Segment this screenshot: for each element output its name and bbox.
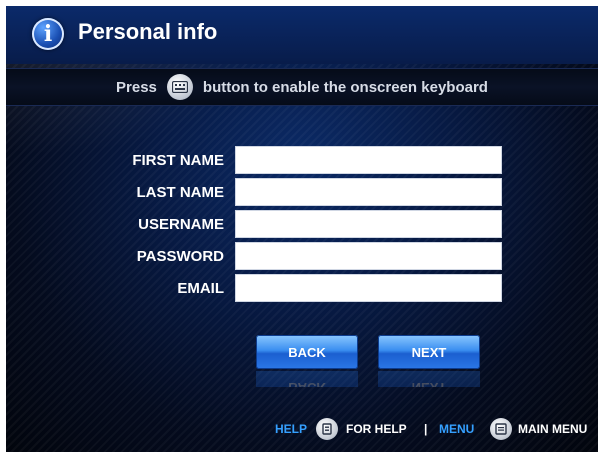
email-row: EMAIL [6, 274, 598, 304]
next-button[interactable]: NEXT [378, 335, 480, 369]
menu-text: MAIN MENU [518, 422, 588, 436]
username-field[interactable] [235, 210, 502, 238]
first-name-label: FIRST NAME [132, 152, 224, 169]
hint-suffix: button to enable the onscreen keyboard [202, 78, 488, 96]
first-name-field[interactable] [235, 146, 502, 174]
screen: i Personal info Press button to enable t… [6, 6, 598, 452]
help-remote-icon[interactable] [316, 418, 338, 440]
back-button-reflection: BACK [256, 371, 358, 387]
footer-bar: HELP FOR HELP | MENU MAIN MENU [6, 418, 598, 444]
last-name-row: LAST NAME [6, 178, 598, 208]
password-row: PASSWORD [6, 242, 598, 272]
username-row: USERNAME [6, 210, 598, 240]
back-reflection-label: BACK [256, 371, 358, 387]
username-label: USERNAME [138, 216, 224, 233]
help-key-label: HELP [275, 422, 308, 436]
last-name-field[interactable] [235, 178, 502, 206]
keyboard-icon [166, 74, 193, 100]
info-icon: i [32, 18, 64, 50]
hint-bar: Press button to enable the onscreen keyb… [6, 68, 598, 106]
hint-prefix: Press [116, 78, 157, 96]
footer-separator: | [424, 422, 428, 436]
next-reflection-label: NEXT [378, 371, 480, 387]
menu-remote-icon[interactable] [490, 418, 512, 440]
menu-key-label: MENU [439, 422, 475, 436]
email-label: EMAIL [177, 280, 224, 297]
email-field[interactable] [235, 274, 502, 302]
first-name-row: FIRST NAME [6, 146, 598, 176]
password-label: PASSWORD [136, 248, 224, 265]
header-bar: i Personal info [6, 6, 598, 64]
back-button[interactable]: BACK [256, 335, 358, 369]
page-title: Personal info [78, 19, 218, 44]
last-name-label: LAST NAME [136, 184, 225, 201]
password-field[interactable] [235, 242, 502, 270]
next-button-reflection: NEXT [378, 371, 480, 387]
help-text: FOR HELP [346, 422, 407, 436]
